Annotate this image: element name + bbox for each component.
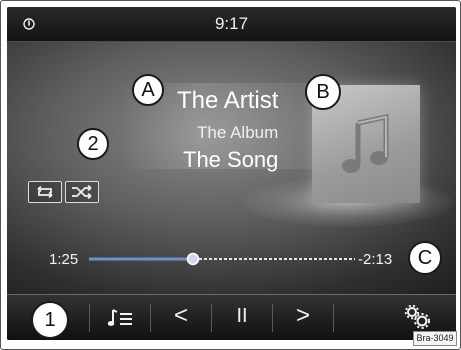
playlist-button[interactable]	[90, 295, 150, 340]
next-track-icon: >	[295, 302, 310, 329]
playlist-icon	[107, 309, 132, 326]
previous-track-icon: <	[173, 302, 188, 329]
divider	[333, 304, 334, 332]
remaining-time: -2:13	[358, 251, 393, 268]
shuffle-icon	[72, 184, 92, 200]
shuffle-button[interactable]	[65, 181, 99, 203]
artist-name: The Artist	[177, 87, 279, 114]
settings-icon	[404, 304, 430, 329]
repeat-button[interactable]	[28, 181, 62, 203]
next-track-button[interactable]: >	[273, 295, 333, 340]
callout-1: 1	[31, 301, 69, 339]
bottom-bar: < II >	[7, 294, 456, 340]
callout-b: B	[305, 74, 341, 110]
song-title: The Song	[183, 147, 279, 172]
media-screen: 9:17 The Artist The Album The Song 1:25 …	[7, 7, 456, 340]
progress-knob[interactable]	[186, 252, 200, 266]
progress-bar[interactable]	[89, 251, 355, 267]
device-frame: 9:17 The Artist The Album The Song 1:25 …	[0, 0, 461, 350]
pause-button[interactable]: II	[212, 295, 272, 340]
figure-code: Bra-3049	[413, 331, 457, 346]
callout-a: A	[132, 74, 164, 106]
status-bar: 9:17	[7, 7, 456, 42]
clock: 9:17	[214, 14, 249, 33]
previous-track-button[interactable]: <	[151, 295, 211, 340]
callout-2: 2	[77, 128, 109, 160]
callout-c: C	[408, 241, 442, 275]
pause-icon: II	[236, 305, 248, 327]
album-name: The Album	[197, 123, 279, 142]
elapsed-time: 1:25	[49, 251, 79, 268]
repeat-icon	[37, 185, 53, 199]
